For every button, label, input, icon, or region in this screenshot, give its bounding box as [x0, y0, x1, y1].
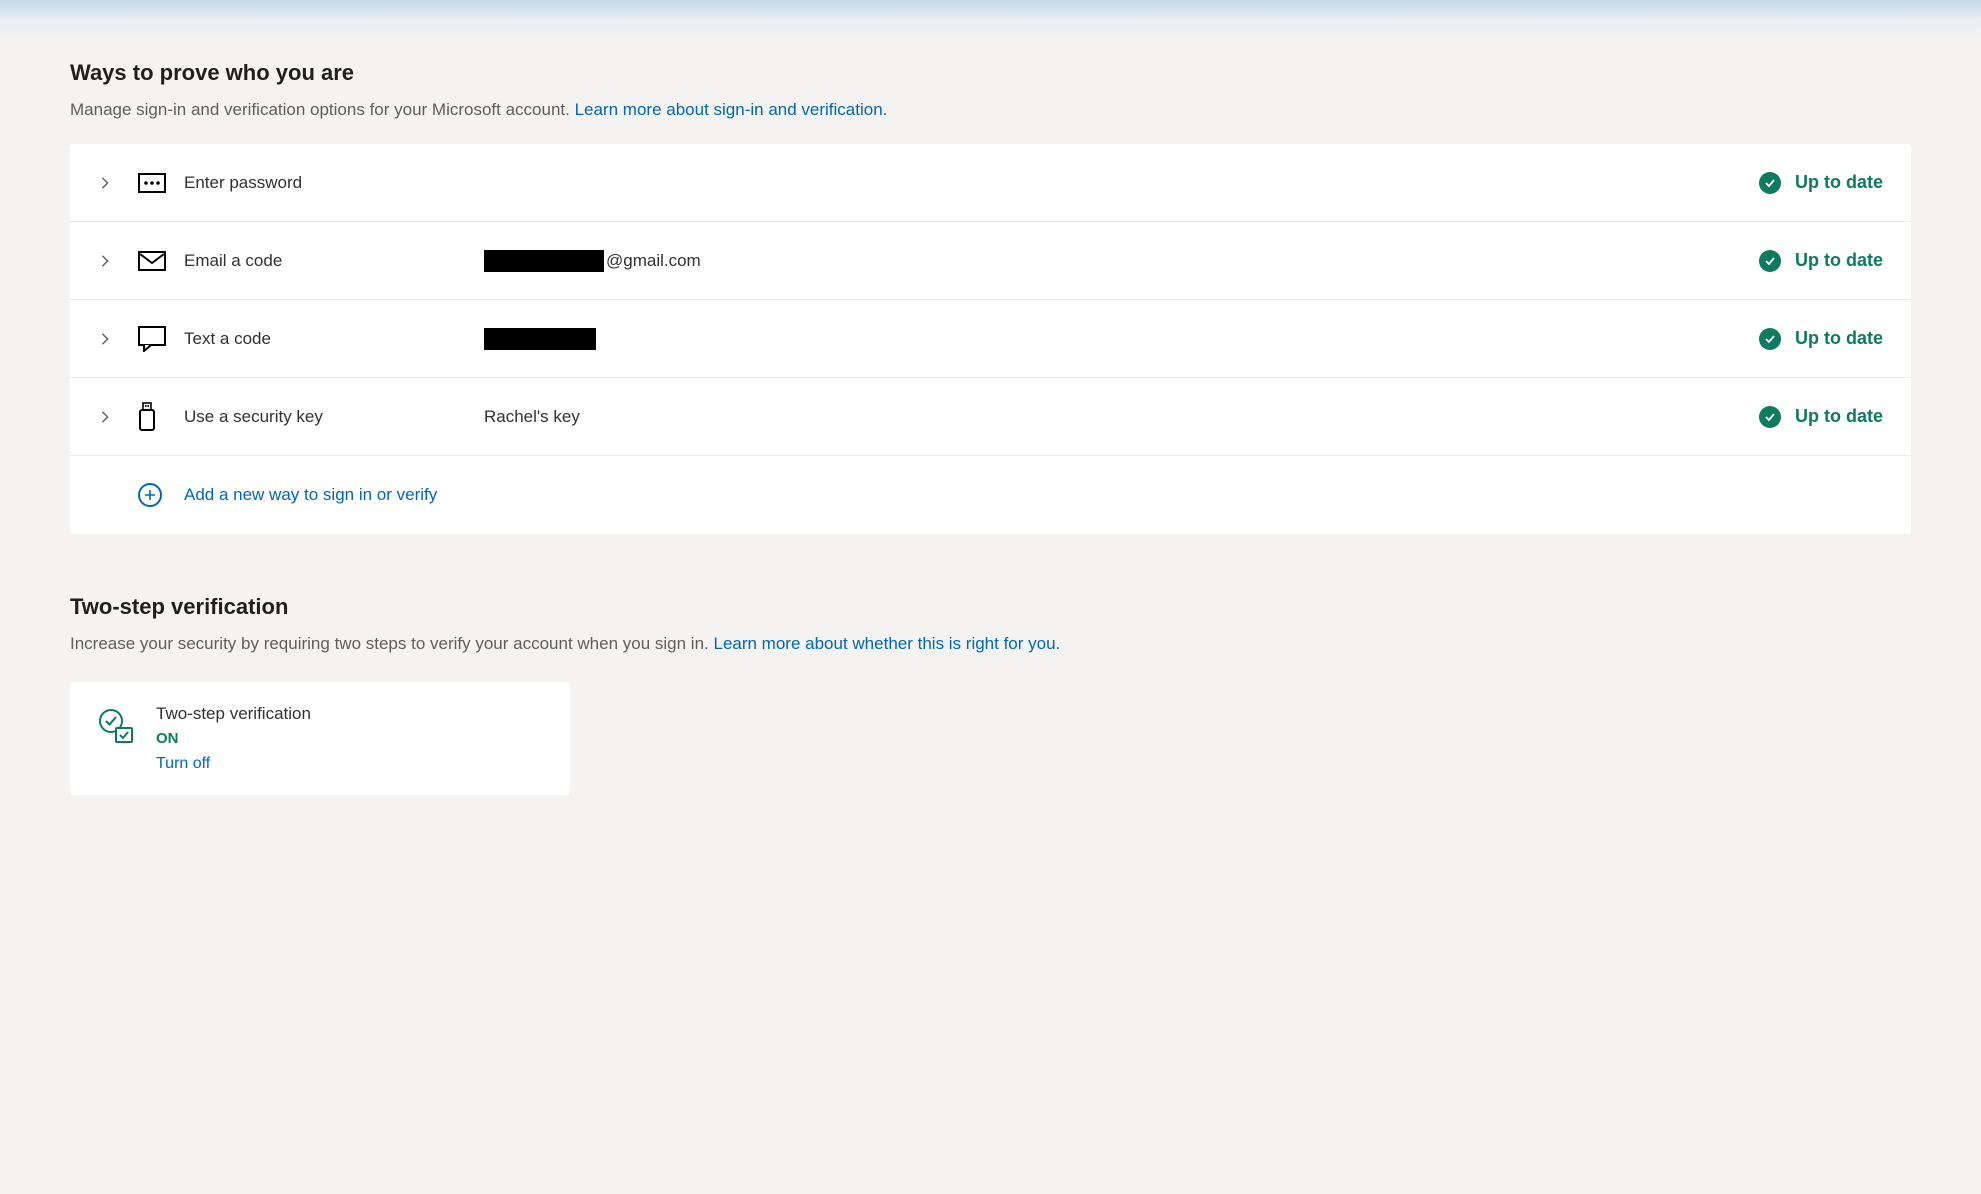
two-step-description: Increase your security by requiring two … [70, 634, 1911, 654]
chevron-right-icon [98, 410, 138, 424]
status-wrap: Up to date [1759, 406, 1883, 428]
status-text: Up to date [1795, 250, 1883, 271]
redacted-block [484, 328, 596, 350]
two-step-status: ON [156, 730, 311, 747]
email-suffix: @gmail.com [606, 251, 701, 271]
status-text: Up to date [1795, 328, 1883, 349]
ways-description: Manage sign-in and verification options … [70, 100, 1911, 120]
status-text: Up to date [1795, 406, 1883, 427]
ways-title: Ways to prove who you are [70, 60, 1911, 86]
checkmark-icon [1759, 328, 1781, 350]
row-label: Enter password [184, 173, 484, 193]
row-label: Text a code [184, 329, 484, 349]
chevron-right-icon [98, 176, 138, 190]
row-text-code[interactable]: Text a code Up to date [70, 300, 1911, 378]
plus-circle-icon [138, 483, 178, 507]
row-label: Email a code [184, 251, 484, 271]
ways-description-text: Manage sign-in and verification options … [70, 100, 575, 119]
status-wrap: Up to date [1759, 172, 1883, 194]
row-value: @gmail.com [484, 250, 1759, 272]
checkmark-icon [1759, 172, 1781, 194]
row-label: Use a security key [184, 407, 484, 427]
page-container: Ways to prove who you are Manage sign-in… [0, 0, 1981, 835]
chevron-right-icon [98, 332, 138, 346]
two-step-description-text: Increase your security by requiring two … [70, 634, 713, 653]
redacted-block [484, 250, 604, 272]
usb-key-icon [138, 402, 184, 432]
sms-icon [138, 326, 184, 352]
row-value: Rachel's key [484, 407, 1759, 427]
two-step-content: Two-step verification ON Turn off [156, 704, 311, 773]
row-enter-password[interactable]: Enter password Up to date [70, 144, 1911, 222]
row-value [484, 328, 1759, 350]
two-step-learn-more-link[interactable]: Learn more about whether this is right f… [713, 634, 1060, 653]
two-step-title: Two-step verification [70, 594, 1911, 620]
two-step-card-title: Two-step verification [156, 704, 311, 724]
sign-in-methods-list: Enter password Up to date Email a code @… [70, 144, 1911, 534]
add-signin-label: Add a new way to sign in or verify [184, 485, 437, 505]
checkmark-icon [1759, 406, 1781, 428]
password-icon [138, 173, 184, 193]
add-signin-method-button[interactable]: Add a new way to sign in or verify [70, 456, 1911, 534]
two-step-card: Two-step verification ON Turn off [70, 682, 570, 795]
status-wrap: Up to date [1759, 250, 1883, 272]
status-wrap: Up to date [1759, 328, 1883, 350]
email-icon [138, 251, 184, 271]
row-security-key[interactable]: Use a security key Rachel's key Up to da… [70, 378, 1911, 456]
two-step-shield-icon [98, 708, 136, 746]
turn-off-link[interactable]: Turn off [156, 755, 311, 773]
ways-learn-more-link[interactable]: Learn more about sign-in and verificatio… [575, 100, 888, 119]
checkmark-icon [1759, 250, 1781, 272]
chevron-right-icon [98, 254, 138, 268]
row-email-code[interactable]: Email a code @gmail.com Up to date [70, 222, 1911, 300]
status-text: Up to date [1795, 172, 1883, 193]
